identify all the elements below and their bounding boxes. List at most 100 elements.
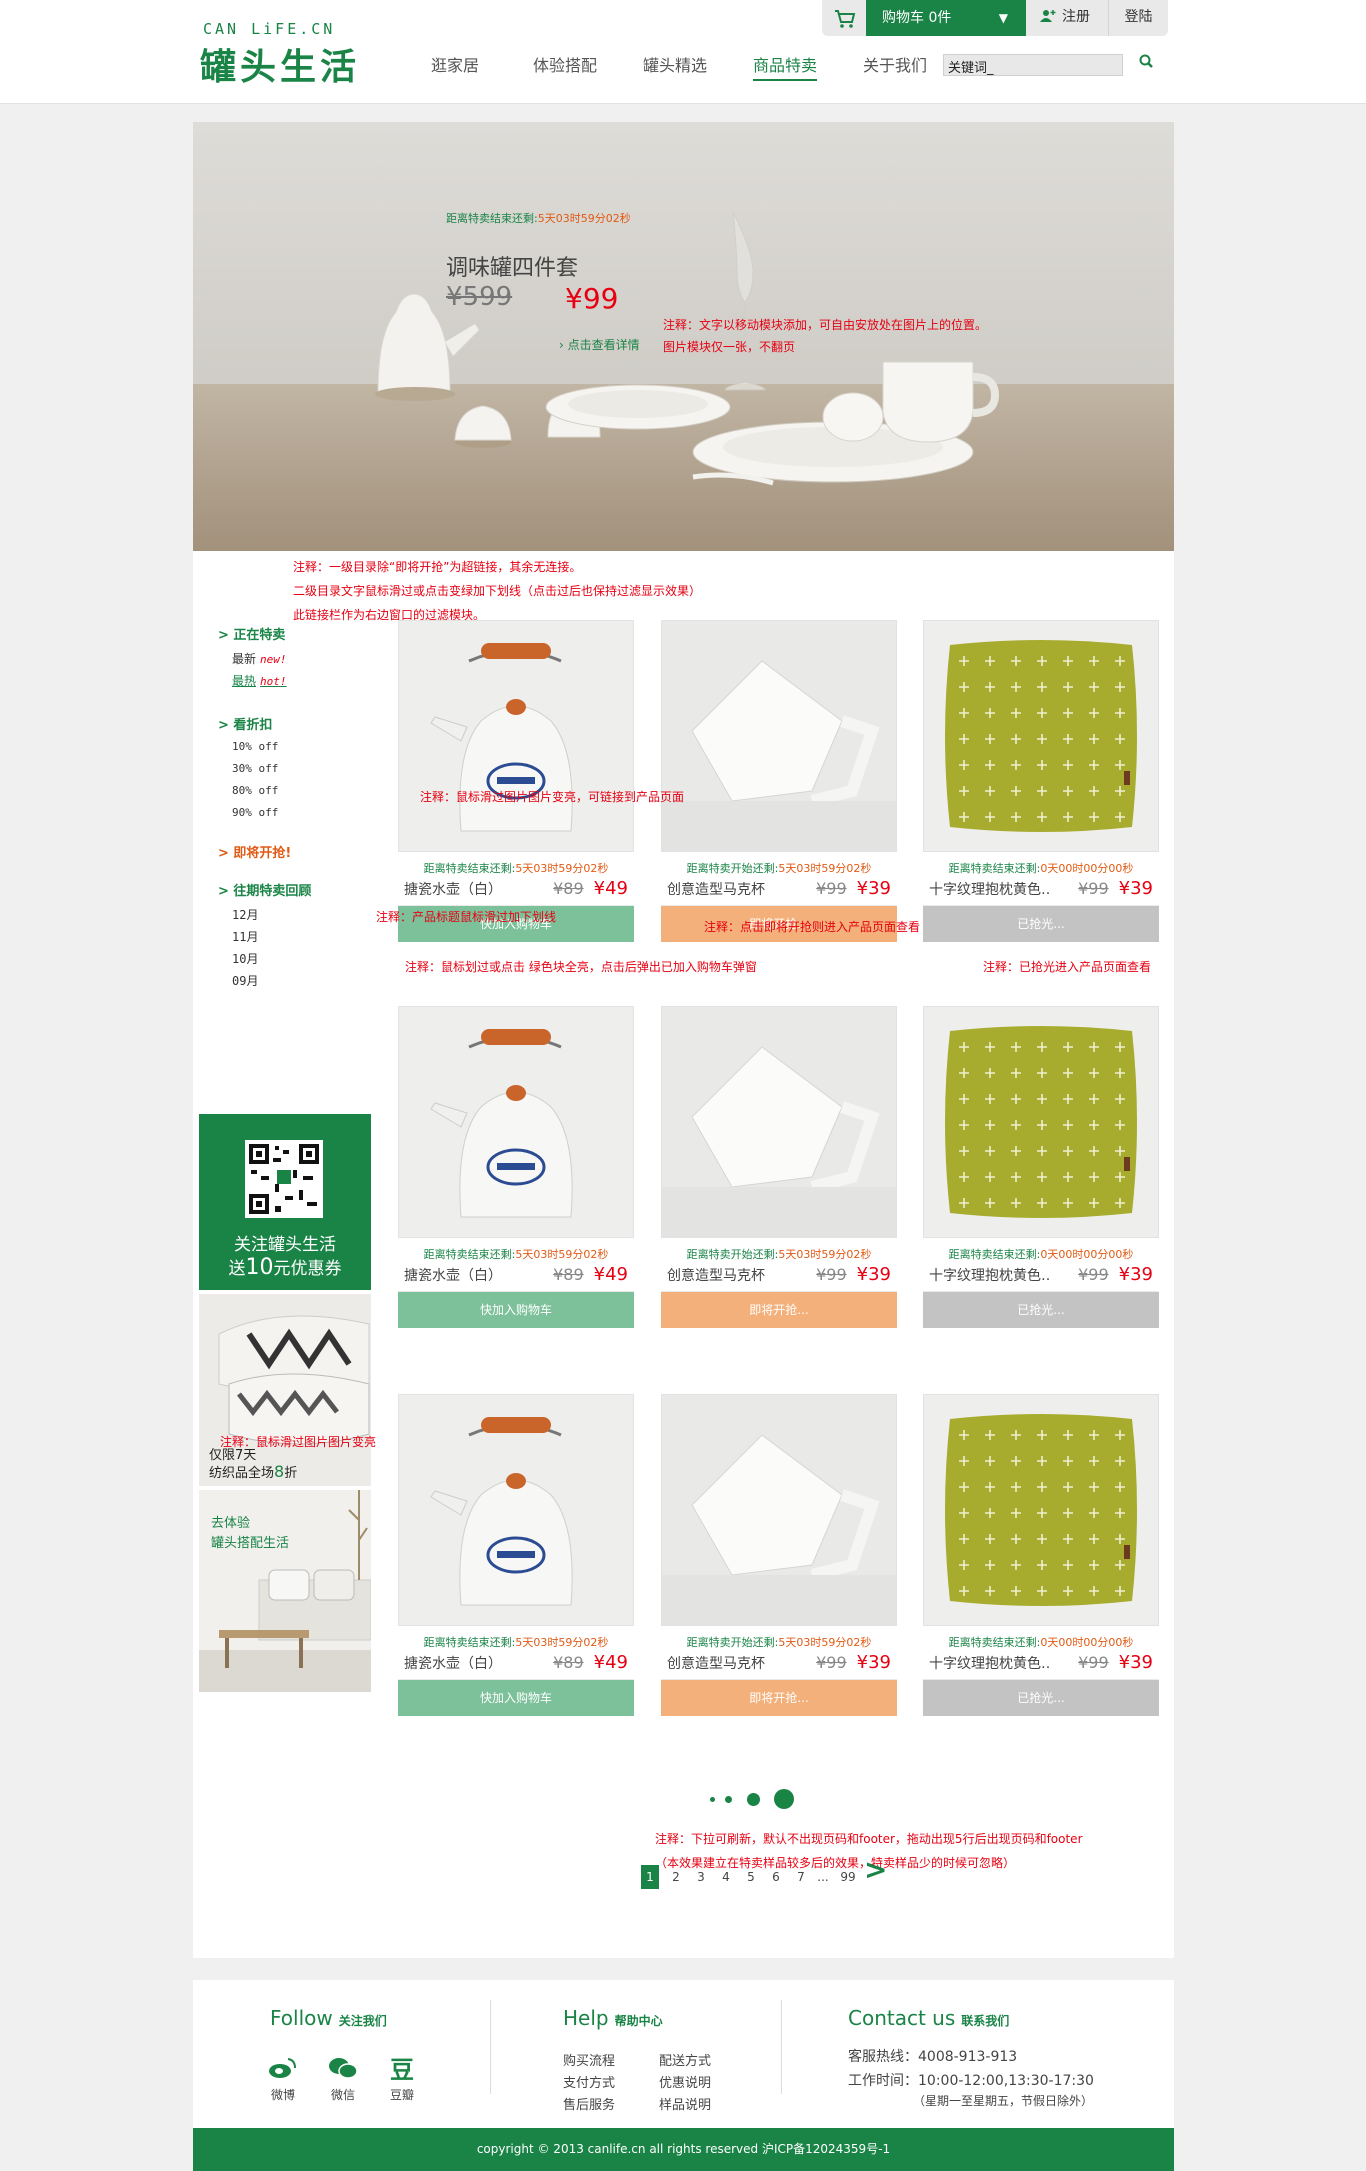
footer-divider <box>490 2000 491 2094</box>
qr-promo[interactable]: 关注罐头生活 送10元优惠券 <box>199 1114 371 1290</box>
sidebar-item-hottest[interactable]: 最热 hot! <box>232 672 287 689</box>
page-99[interactable]: 99 <box>836 1865 860 1889</box>
help-link-delivery[interactable]: 配送方式 <box>659 2050 711 2069</box>
add-user-icon <box>1040 10 1056 22</box>
nav-item-about[interactable]: 关于我们 <box>840 52 950 76</box>
experience-promo-line1: 去体验 <box>211 1516 251 1531</box>
search-icon[interactable] <box>1137 52 1157 72</box>
product-image[interactable] <box>661 1006 897 1238</box>
sidebar-item-oct[interactable]: 10月 <box>232 950 258 967</box>
help-link-purchase[interactable]: 购买流程 <box>563 2050 615 2069</box>
product-title[interactable]: 十字纹理抱枕黄色… <box>929 879 1049 899</box>
product-image[interactable] <box>661 1394 897 1626</box>
nav-item-selection[interactable]: 罐头精选 <box>620 52 730 76</box>
logo[interactable]: 罐头生活 <box>200 38 360 90</box>
sidebar-item-80off[interactable]: 80% off <box>232 784 278 797</box>
product-image[interactable] <box>923 620 1159 852</box>
annotation: 注释：鼠标滑过图片图片变亮，可链接到产品页面 <box>420 790 685 804</box>
sidebar-item-90off[interactable]: 90% off <box>232 806 278 819</box>
page-1[interactable]: 1 <box>641 1865 659 1889</box>
product-card: 距离特卖结束还剩:0天00时00分00秒 十字纹理抱枕黄色… ¥99 ¥39 已抢光..… <box>923 620 1159 942</box>
nav-item-home[interactable]: 逛家居 <box>400 52 510 76</box>
kettle-photo <box>399 621 633 851</box>
sidebar-item-newest[interactable]: 最新 new! <box>232 650 287 667</box>
pillow-photo <box>924 1395 1158 1625</box>
coming-soon-button[interactable]: 即将开抢... <box>661 1680 897 1716</box>
product-title[interactable]: 搪瓷水壶（白） <box>404 1653 524 1673</box>
page-7[interactable]: 7 <box>791 1865 811 1889</box>
product-image[interactable] <box>398 1394 634 1626</box>
page-5[interactable]: 5 <box>741 1865 761 1889</box>
product-image[interactable] <box>661 620 897 852</box>
banner-detail-link[interactable]: › 点击查看详情 <box>559 336 640 353</box>
banner-new-price: ¥99 <box>565 282 619 315</box>
product-title[interactable]: 创意造型马克杯 <box>667 879 787 899</box>
sidebar-group-past-sales: > 往期特卖回顾 <box>218 884 312 899</box>
search-input[interactable]: 关键词_ <box>943 54 1123 76</box>
page-6[interactable]: 6 <box>766 1865 786 1889</box>
sidebar-item-10off[interactable]: 10% off <box>232 740 278 753</box>
sidebar-item-sep[interactable]: 09月 <box>232 972 258 989</box>
sold-out-button[interactable]: 已抢光... <box>923 906 1159 942</box>
product-new-price: ¥49 <box>593 878 628 899</box>
sold-out-button[interactable]: 已抢光... <box>923 1680 1159 1716</box>
weibo-icon[interactable] <box>268 2056 298 2080</box>
product-info: 搪瓷水壶（白） ¥89 ¥49 <box>398 1262 634 1292</box>
add-to-cart-button[interactable]: 快加入购物车 <box>398 1680 634 1716</box>
product-title[interactable]: 创意造型马克杯 <box>667 1653 787 1673</box>
footer: Follow 关注我们 豆 微博 微信 豆瓣 Help 帮助中心 购买流程 配送方式… <box>193 1980 1174 2128</box>
social-weibo-label[interactable]: 微博 <box>271 2086 295 2103</box>
product-title[interactable]: 十字纹理抱枕黄色… <box>929 1265 1049 1285</box>
sidebar-group-coming-soon[interactable]: > 即将开抢! <box>218 842 291 861</box>
textile-promo[interactable]: 仅限7天 纺织品全场8折 <box>199 1294 371 1486</box>
hero-banner[interactable]: 距离特卖结束还剩:5天03时59分02秒 调味罐四件套 ¥599 ¥99 › 点… <box>193 122 1174 551</box>
page-4[interactable]: 4 <box>716 1865 736 1889</box>
page-3[interactable]: 3 <box>691 1865 711 1889</box>
product-title[interactable]: 创意造型马克杯 <box>667 1265 787 1285</box>
sidebar-group-discount: > 看折扣 <box>218 718 273 733</box>
sidebar-item-30off[interactable]: 30% off <box>232 762 278 775</box>
cart-dropdown[interactable]: 购物车 0件 ▼ <box>866 0 1026 36</box>
social-douban-label[interactable]: 豆瓣 <box>390 2086 414 2103</box>
cart-icon[interactable] <box>822 0 866 36</box>
product-old-price: ¥99 <box>1078 879 1109 898</box>
logo-subtitle: CAN LiFE.CN <box>203 20 336 38</box>
product-info: 搪瓷水壶（白） ¥89 ¥49 <box>398 1650 634 1680</box>
annotation: 注释：产品标题鼠标滑过加下划线 <box>376 910 557 924</box>
annotation: 图片模块仅一张，不翻页 <box>663 340 796 354</box>
product-old-price: ¥89 <box>553 879 584 898</box>
sidebar-item-nov[interactable]: 11月 <box>232 928 258 945</box>
douban-icon[interactable]: 豆 <box>390 2050 414 2085</box>
wechat-icon[interactable] <box>328 2056 358 2080</box>
add-to-cart-button[interactable]: 快加入购物车 <box>398 1292 634 1328</box>
help-link-samples[interactable]: 样品说明 <box>659 2094 711 2113</box>
login-link[interactable]: 登陆 <box>1108 0 1168 36</box>
product-image[interactable] <box>923 1006 1159 1238</box>
nav-item-sale[interactable]: 商品特卖 <box>730 52 840 81</box>
product-new-price: ¥39 <box>1118 1652 1153 1673</box>
footer-contact-title: Contact us 联系我们 <box>848 2006 1010 2030</box>
product-new-price: ¥39 <box>856 878 891 899</box>
nav-item-experience[interactable]: 体验搭配 <box>510 52 620 76</box>
product-card: 距离特卖结束还剩:0天00时00分00秒 十字纹理抱枕黄色… ¥99 ¥39 已抢光..… <box>923 1394 1159 1716</box>
coming-soon-button[interactable]: 即将开抢... <box>661 1292 897 1328</box>
social-wechat-label[interactable]: 微信 <box>331 2086 355 2103</box>
sold-out-button[interactable]: 已抢光... <box>923 1292 1159 1328</box>
help-link-payment[interactable]: 支付方式 <box>563 2072 615 2091</box>
product-image[interactable] <box>398 1006 634 1238</box>
experience-promo[interactable]: 去体验 罐头搭配生活 <box>199 1490 371 1692</box>
help-link-discount[interactable]: 优惠说明 <box>659 2072 711 2091</box>
help-link-aftersale[interactable]: 售后服务 <box>563 2094 615 2113</box>
qr-promo-line2: 送10元优惠券 <box>228 1255 342 1280</box>
product-image[interactable] <box>398 620 634 852</box>
product-new-price: ¥49 <box>593 1652 628 1673</box>
register-link[interactable]: 注册 <box>1040 0 1090 36</box>
sidebar-item-dec[interactable]: 12月 <box>232 906 258 923</box>
product-title[interactable]: 十字纹理抱枕黄色… <box>929 1653 1049 1673</box>
next-page-button[interactable]: > <box>864 1856 887 1884</box>
product-old-price: ¥99 <box>1078 1653 1109 1672</box>
page-2[interactable]: 2 <box>666 1865 686 1889</box>
product-title[interactable]: 搪瓷水壶（白） <box>404 1265 524 1285</box>
product-image[interactable] <box>923 1394 1159 1626</box>
product-title[interactable]: 搪瓷水壶（白） <box>404 879 524 899</box>
